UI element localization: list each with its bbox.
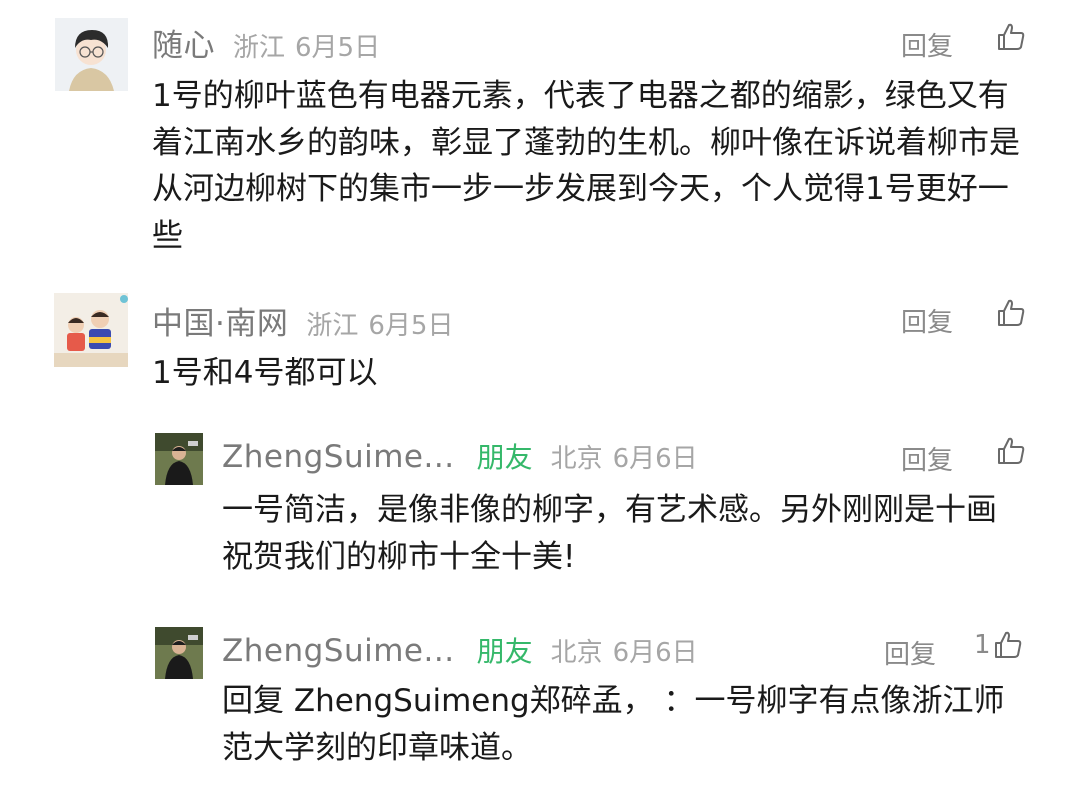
like-button[interactable] xyxy=(996,298,1026,328)
nickname[interactable]: 随心 xyxy=(152,20,215,65)
reply-button[interactable]: 回复 xyxy=(901,26,953,63)
avatar-image xyxy=(155,627,203,679)
like-count: 1 xyxy=(974,630,991,660)
avatar-suixin[interactable] xyxy=(55,18,128,91)
reply-text: 回复 ZhengSuimeng郑碎孟， ：一号柳字有点像浙江师范大学刻的印章味道… xyxy=(222,683,1005,766)
comment-text: 1号的柳叶蓝色有电器元素，代表了电器之都的缩影，绿色又有着江南水乡的韵味，彰显了… xyxy=(152,78,1020,254)
comment-meta: 随心 浙江 6月5日 xyxy=(152,20,380,65)
thumbs-up-icon xyxy=(998,23,1025,50)
comment-text: 1号和4号都可以 xyxy=(152,355,378,391)
reply-2: ZhengSuime... 朋友 北京 6月6日 回复 1 回复 ZhengSu… xyxy=(0,614,1080,799)
location: 北京 xyxy=(550,444,603,474)
like-button[interactable] xyxy=(996,436,1026,466)
like-button[interactable]: 1 xyxy=(974,630,1023,660)
date: 6月6日 xyxy=(612,638,698,668)
reply-text: 一号简洁，是像非像的柳字，有艺术感。另外刚刚是十画祝贺我们的柳市十全十美! xyxy=(222,492,997,575)
comment-1: 随心 浙江 6月5日 回复 1号的柳叶蓝色有电器元素，代表了电器之都的缩影，绿色… xyxy=(0,0,1080,290)
avatar-zhengsuimeng[interactable] xyxy=(155,627,203,679)
date: 6月5日 xyxy=(368,311,454,341)
thumbs-up-icon xyxy=(998,437,1025,464)
avatar-zhongguo-nanwang[interactable] xyxy=(54,293,128,367)
reply-meta: ZhengSuime... 朋友 北京 6月6日 xyxy=(222,436,698,476)
comment-meta: 中国·南网 浙江 6月5日 xyxy=(152,298,453,343)
reply-button[interactable]: 回复 xyxy=(901,302,953,339)
friend-badge: 朋友 xyxy=(476,635,533,668)
date: 6月5日 xyxy=(295,33,381,63)
reply-meta: ZhengSuime... 朋友 北京 6月6日 xyxy=(222,630,698,670)
location: 浙江 xyxy=(306,311,359,341)
thumbs-up-icon xyxy=(998,299,1025,326)
location: 北京 xyxy=(550,638,603,668)
nickname[interactable]: ZhengSuime... xyxy=(222,439,455,475)
like-button[interactable] xyxy=(996,22,1026,52)
reply-1: ZhengSuime... 朋友 北京 6月6日 回复 一号简洁，是像非像的柳字… xyxy=(0,420,1080,610)
thumbs-up-icon xyxy=(994,631,1021,658)
reply-button[interactable]: 回复 xyxy=(901,440,953,477)
nickname[interactable]: ZhengSuime... xyxy=(222,633,455,669)
avatar-image xyxy=(54,293,128,367)
location: 浙江 xyxy=(233,33,286,63)
avatar-zhengsuimeng[interactable] xyxy=(155,433,203,485)
avatar-image xyxy=(155,433,203,485)
date: 6月6日 xyxy=(612,444,698,474)
nickname[interactable]: 中国·南网 xyxy=(152,298,288,343)
reply-button[interactable]: 回复 xyxy=(884,634,936,671)
comment-2: 中国·南网 浙江 6月5日 回复 1号和4号都可以 xyxy=(0,290,1080,400)
avatar-image xyxy=(55,18,128,91)
friend-badge: 朋友 xyxy=(476,441,533,474)
